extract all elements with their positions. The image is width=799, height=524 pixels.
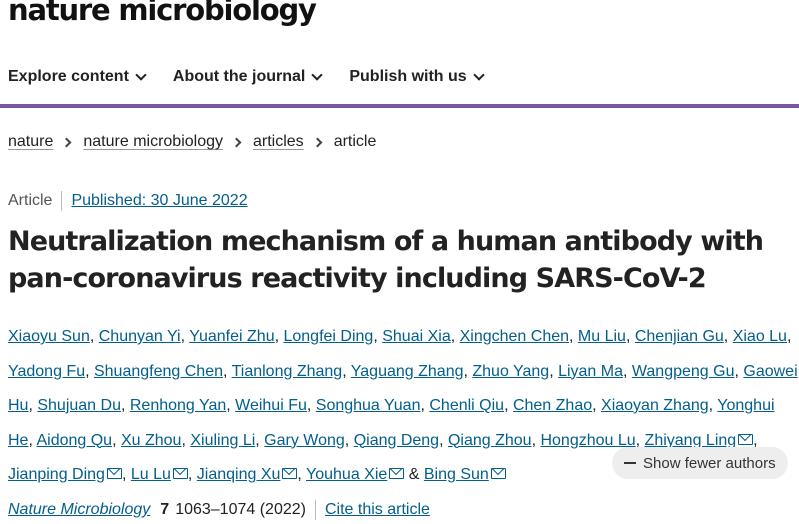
chevron-down-icon — [473, 68, 485, 81]
journal-logo: nature microbiology — [8, 0, 317, 27]
author-link[interactable]: Longfei Ding — [283, 328, 373, 345]
show-fewer-authors-button[interactable]: Show fewer authors — [612, 447, 788, 479]
author-link[interactable]: Qiang Zhou — [448, 432, 532, 449]
volume-number: 7 — [160, 501, 170, 518]
author-link[interactable]: Qiang Deng — [354, 432, 439, 449]
author-link[interactable]: Songhua Yuan — [316, 397, 421, 414]
author-link[interactable]: Xiuling Li — [190, 432, 255, 449]
chevron-right-icon — [231, 137, 242, 147]
nav-about-the-journal[interactable]: About the journal — [172, 58, 324, 86]
citation-line: Nature Microbiology 7 1063–1074 (2022) C… — [8, 500, 430, 520]
article-title: Neutralization mechanism of a human anti… — [8, 226, 764, 294]
author-link[interactable]: Chenjian Gu — [635, 328, 724, 345]
cite-this-article-link[interactable]: Cite this article — [316, 501, 430, 519]
author-link[interactable]: Jianping Ding — [8, 466, 105, 483]
logo-link[interactable]: nature microbiology — [8, 0, 317, 37]
mail-icon[interactable] — [490, 468, 506, 479]
mail-icon[interactable] — [282, 468, 298, 479]
show-fewer-label: Show fewer authors — [643, 454, 776, 472]
author-link[interactable]: Xiaoyu Sun — [8, 328, 90, 345]
journal-name-link[interactable]: Nature Microbiology — [8, 501, 150, 519]
author-link[interactable]: Shujuan Du — [37, 397, 121, 414]
mail-icon[interactable] — [389, 468, 405, 479]
mail-icon[interactable] — [106, 468, 122, 479]
author-link[interactable]: Youhua Xie — [306, 466, 387, 483]
breadcrumb-nature[interactable]: nature — [8, 133, 53, 151]
published-date-link[interactable]: Published: 30 June 2022 — [62, 192, 247, 210]
author-link[interactable]: Xiao Lu — [733, 328, 787, 345]
author-link[interactable]: Hongzhou Lu — [540, 432, 635, 449]
author-link[interactable]: Tianlong Zhang — [232, 363, 343, 380]
article-meta: Article Published: 30 June 2022 — [8, 191, 248, 211]
author-link[interactable]: Chen Zhao — [513, 397, 592, 414]
author-link[interactable]: Zhiyang Ling — [645, 432, 737, 449]
chevron-down-icon — [135, 68, 147, 81]
breadcrumb: nature nature microbiology articles arti… — [8, 133, 376, 151]
breadcrumb-articles[interactable]: articles — [253, 133, 304, 151]
author-link[interactable]: Yaguang Zhang — [351, 363, 464, 380]
author-link[interactable]: Wangpeng Gu — [632, 363, 735, 380]
author-link[interactable]: Xu Zhou — [121, 432, 181, 449]
author-link[interactable]: Mu Liu — [578, 328, 626, 345]
author-link[interactable]: Yadong Fu — [8, 363, 85, 380]
nav-publish-with-us[interactable]: Publish with us — [349, 58, 485, 86]
author-link[interactable]: Bing Sun — [424, 466, 489, 483]
author-link[interactable]: Shuai Xia — [382, 328, 451, 345]
author-link[interactable]: Aidong Qu — [36, 432, 112, 449]
author-link[interactable]: Lu Lu — [131, 466, 171, 483]
minus-icon — [624, 462, 636, 464]
author-link[interactable]: Gary Wong — [264, 432, 345, 449]
breadcrumb-current: article — [333, 133, 377, 150]
author-link[interactable]: Xingchen Chen — [460, 328, 569, 345]
chevron-right-icon — [61, 137, 72, 147]
chevron-right-icon — [312, 137, 323, 147]
author-link[interactable]: Jianqing Xu — [197, 466, 281, 483]
chevron-down-icon — [311, 68, 324, 81]
nav-item-label: Explore content — [8, 68, 129, 85]
author-link[interactable]: Weihui Fu — [235, 397, 307, 414]
author-link[interactable]: Shuangfeng Chen — [94, 363, 223, 380]
author-joiner: & — [408, 466, 420, 483]
author-link[interactable]: Renhong Yan — [130, 397, 226, 414]
nav-item-label: About the journal — [172, 68, 306, 85]
author-link[interactable]: Xiaoyan Zhang — [601, 397, 709, 414]
nav-explore-content[interactable]: Explore content — [8, 58, 147, 86]
author-link[interactable]: Yuanfei Zhu — [189, 328, 274, 345]
article-type: Article — [8, 191, 63, 211]
author-link[interactable]: Liyan Ma — [558, 363, 623, 380]
mail-icon[interactable] — [738, 433, 754, 445]
mail-icon[interactable] — [172, 468, 188, 479]
author-link[interactable]: Zhuo Yang — [472, 363, 549, 380]
breadcrumb-nature-microbiology[interactable]: nature microbiology — [83, 133, 223, 151]
author-link[interactable]: Chenli Qiu — [429, 397, 504, 414]
author-link[interactable]: Chunyan Yi — [99, 328, 181, 345]
main-nav: Explore content About the journal Publis… — [0, 58, 799, 108]
nav-item-label: Publish with us — [349, 68, 467, 85]
page-range: 1063–1074 (2022) — [175, 500, 316, 520]
